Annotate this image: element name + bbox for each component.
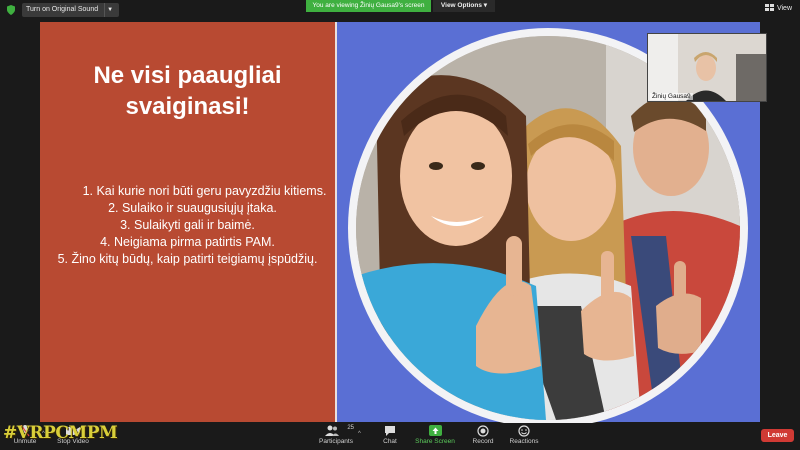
share-screen-button[interactable]: Share Screen — [414, 425, 456, 445]
participants-icon — [325, 425, 340, 436]
view-button[interactable]: View — [764, 4, 792, 12]
leave-meeting-button[interactable]: Leave — [761, 429, 794, 442]
view-label: View — [776, 4, 792, 12]
record-label: Record — [472, 438, 494, 445]
participant-name: Žinių Gausa9 — [650, 93, 693, 100]
view-options-label: View Options — [440, 2, 482, 9]
view-options-button[interactable]: View Options ▾ — [433, 0, 495, 12]
share-screen-icon — [428, 425, 442, 436]
grid-view-icon — [764, 4, 774, 11]
record-icon — [477, 425, 489, 437]
top-bar: Turn on Original Sound ▼ You are viewing… — [0, 0, 800, 20]
participants-button[interactable]: 25 Participants — [318, 425, 354, 445]
chat-label: Chat — [383, 438, 397, 445]
list-item: 1. Kai kurie nori būti geru pavyzdžiu ki… — [82, 184, 327, 198]
chat-icon — [385, 426, 395, 436]
slide-reasons-list: 1. Kai kurie nori būti geru pavyzdžiu ki… — [40, 183, 335, 268]
reactions-label: Reactions — [509, 438, 539, 445]
channel-watermark: #VRPCMPM — [3, 423, 118, 443]
meeting-toolbar: Unmute ^ Stop Video ^ 25 Participants ^ … — [0, 423, 800, 450]
chat-button[interactable]: Chat — [378, 425, 402, 445]
viewing-screen-banner: You are viewing Žinių Gausa9's screen — [306, 0, 431, 12]
list-item: 2. Sulaiko ir suaugusiųjų įtaka. — [108, 201, 277, 215]
list-item: 3. Sulaikyti gali ir baimė. — [120, 218, 255, 232]
list-item: 5. Žino kitų būdų, kaip patirti teigiamų… — [57, 252, 318, 266]
slide-left-panel: Ne visi paaugliai svaiginasi! 1. Kai kur… — [40, 22, 335, 422]
participants-count: 25 — [347, 425, 354, 431]
slide-title: Ne visi paaugliai svaiginasi! — [93, 62, 282, 120]
chevron-up-icon[interactable]: ^ — [358, 431, 361, 437]
chevron-down-icon: ▾ — [483, 2, 488, 9]
share-screen-label: Share Screen — [415, 438, 455, 445]
list-item: 4. Neigiama pirma patirtis PAM. — [100, 235, 275, 249]
chevron-down-icon[interactable]: ▼ — [104, 3, 115, 17]
original-sound-button[interactable]: Turn on Original Sound ▼ — [22, 3, 120, 17]
record-button[interactable]: Record — [470, 425, 496, 445]
reactions-button[interactable]: Reactions — [508, 425, 540, 445]
original-sound-label: Turn on Original Sound — [26, 6, 99, 13]
participants-label: Participants — [319, 438, 353, 445]
reactions-smiley-icon — [518, 425, 530, 437]
shield-icon — [7, 5, 15, 15]
participant-video-thumbnail[interactable]: Žinių Gausa9 — [647, 33, 767, 102]
participant-video — [648, 34, 766, 101]
